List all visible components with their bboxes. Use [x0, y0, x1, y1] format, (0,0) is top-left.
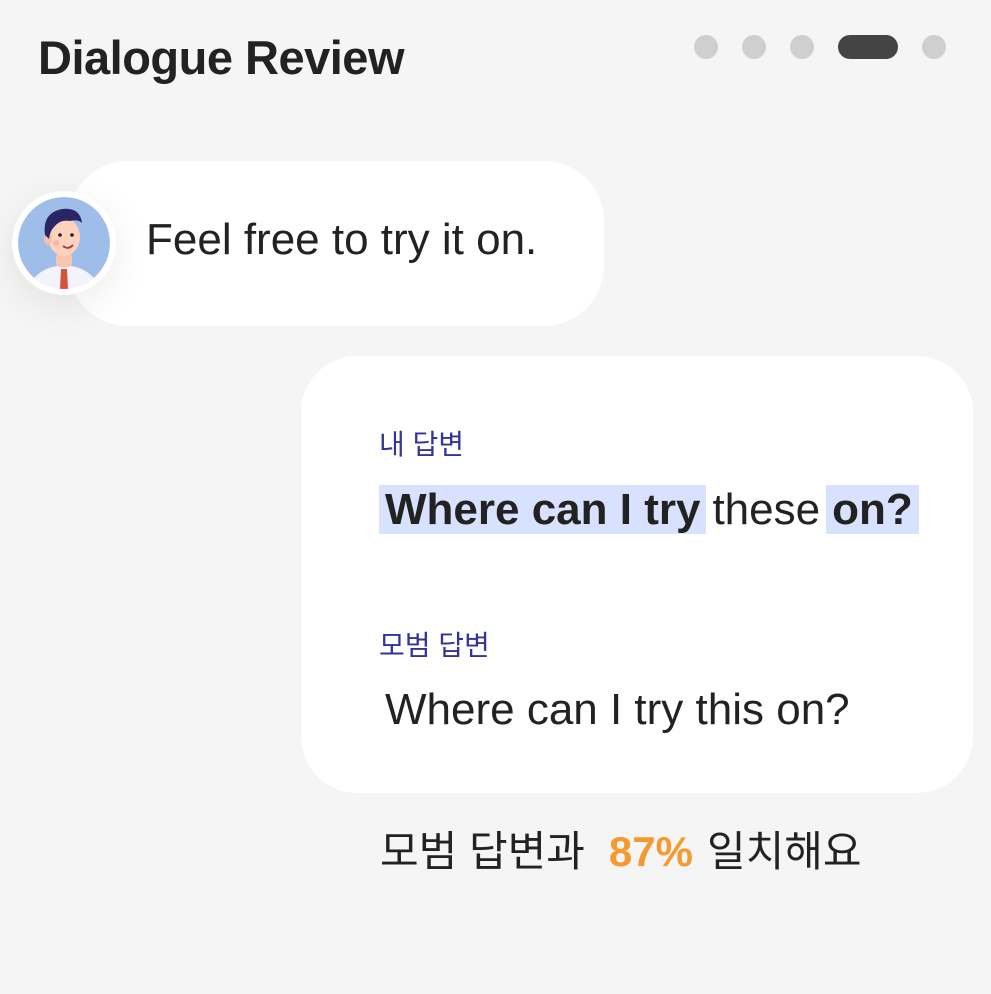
page-dot-5[interactable] [922, 35, 946, 59]
page-dot-2[interactable] [742, 35, 766, 59]
summary-suffix: 일치해요 [706, 828, 862, 875]
ai-message-text: Feel free to try it on. [146, 215, 538, 264]
unmatched-segment: these [712, 485, 821, 534]
page-title: Dialogue Review [38, 31, 405, 84]
matched-segment: on? [826, 485, 919, 534]
match-summary: 모범 답변과 87% 일치해요 [380, 818, 862, 879]
man-avatar-icon [12, 191, 116, 295]
pagination-dots [694, 35, 946, 59]
match-percent: 87% [608, 828, 693, 875]
page-dot-4-active[interactable] [838, 35, 898, 59]
page-dot-3[interactable] [790, 35, 814, 59]
summary-prefix: 모범 답변과 [380, 828, 585, 875]
matched-segment: Where can I try [379, 485, 707, 534]
my-answer-label: 내 답변 [379, 429, 465, 460]
page-dot-1[interactable] [694, 35, 718, 59]
model-answer-label: 모범 답변 [379, 630, 490, 661]
my-answer-text: Where can I try these on? [379, 481, 919, 539]
model-answer-text: Where can I try this on? [385, 685, 850, 734]
